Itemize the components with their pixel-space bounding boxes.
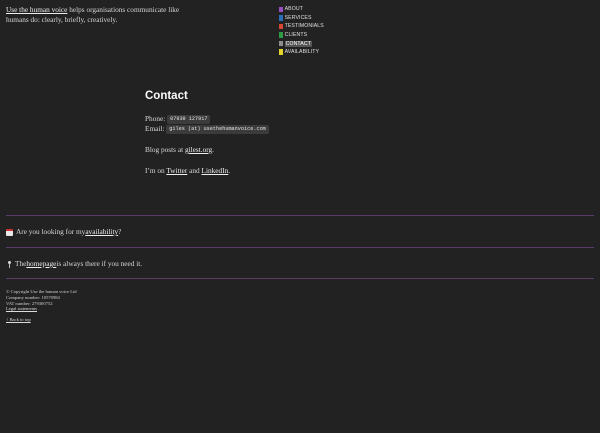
- pin-icon: [6, 260, 12, 268]
- nav-item-about[interactable]: About: [279, 5, 324, 14]
- blog-line: Blog posts at gilest.org.: [145, 145, 445, 155]
- divider: [6, 215, 594, 216]
- nav-label: Testimonials: [284, 23, 324, 30]
- social-prefix: I’m on: [145, 166, 167, 175]
- nav-swatch: [279, 23, 283, 30]
- nav-swatch: [279, 49, 283, 56]
- nav-swatch: [279, 15, 283, 21]
- contact-details: Phone: 07939 127917 Email: giles (at) us…: [145, 114, 445, 134]
- home-link[interactable]: Use the human voice: [6, 5, 67, 14]
- intro-text: Use the human voice helps organisations …: [6, 5, 206, 25]
- social-and: and: [187, 166, 202, 175]
- back-to-top-link[interactable]: ↑ Back to top: [6, 317, 31, 322]
- page-title: Contact: [145, 90, 188, 102]
- phone-label: Phone:: [145, 114, 166, 123]
- intro-rest-line2: humans do: clearly, briefly, creatively.: [6, 15, 118, 24]
- main-nav: About Services Testimonials Clients Cont…: [279, 5, 324, 57]
- availability-prefix: Are you looking for my: [16, 227, 86, 236]
- social-line: I’m on Twitter and LinkedIn.: [145, 166, 445, 176]
- availability-callout: Are you looking for my availability?: [6, 227, 121, 237]
- twitter-link[interactable]: Twitter: [166, 166, 187, 175]
- nav-swatch: [279, 32, 283, 38]
- linkedin-link[interactable]: LinkedIn: [202, 166, 229, 175]
- nav-swatch: [279, 40, 283, 47]
- blog-link[interactable]: gilest.org: [185, 145, 212, 154]
- email-value: giles (at) usethehumanvoice.com: [166, 125, 269, 134]
- nav-item-services[interactable]: Services: [279, 14, 324, 23]
- legal-link[interactable]: Legal statements: [6, 306, 37, 311]
- nav-item-contact[interactable]: Contact: [279, 39, 324, 48]
- blog-suffix: .: [212, 145, 214, 154]
- calendar-icon: [6, 228, 13, 236]
- nav-item-availability[interactable]: Availability: [279, 48, 324, 57]
- divider: [6, 278, 594, 279]
- blog-prefix: Blog posts at: [145, 145, 185, 154]
- homepage-suffix: is always there if you need it.: [56, 259, 143, 268]
- nav-label: Availability: [284, 49, 320, 56]
- copyright-text: © Copyright Use the human voice Ltd: [6, 289, 77, 294]
- footer: © Copyright Use the human voice Ltd Comp…: [6, 289, 77, 323]
- homepage-link[interactable]: homepage: [26, 259, 56, 269]
- social-suffix: .: [228, 166, 231, 175]
- homepage-callout: The homepage is always there if you need…: [6, 259, 142, 269]
- nav-item-clients[interactable]: Clients: [279, 31, 324, 40]
- intro-rest-line1: helps organisations communicate like: [67, 5, 180, 14]
- nav-label: Services: [284, 14, 312, 21]
- homepage-prefix: The: [15, 259, 27, 268]
- nav-label: About: [284, 6, 303, 13]
- availability-link[interactable]: availability: [85, 227, 118, 237]
- divider: [6, 247, 594, 248]
- contact-section: Contact Phone: 07939 127917 Email: giles…: [145, 89, 445, 187]
- nav-label: Contact: [284, 40, 312, 47]
- nav-swatch: [279, 6, 283, 13]
- email-label: Email:: [145, 124, 165, 133]
- nav-item-testimonials[interactable]: Testimonials: [279, 22, 324, 31]
- availability-suffix: ?: [118, 227, 122, 236]
- nav-label: Clients: [284, 32, 308, 39]
- phone-value: 07939 127917: [167, 115, 211, 124]
